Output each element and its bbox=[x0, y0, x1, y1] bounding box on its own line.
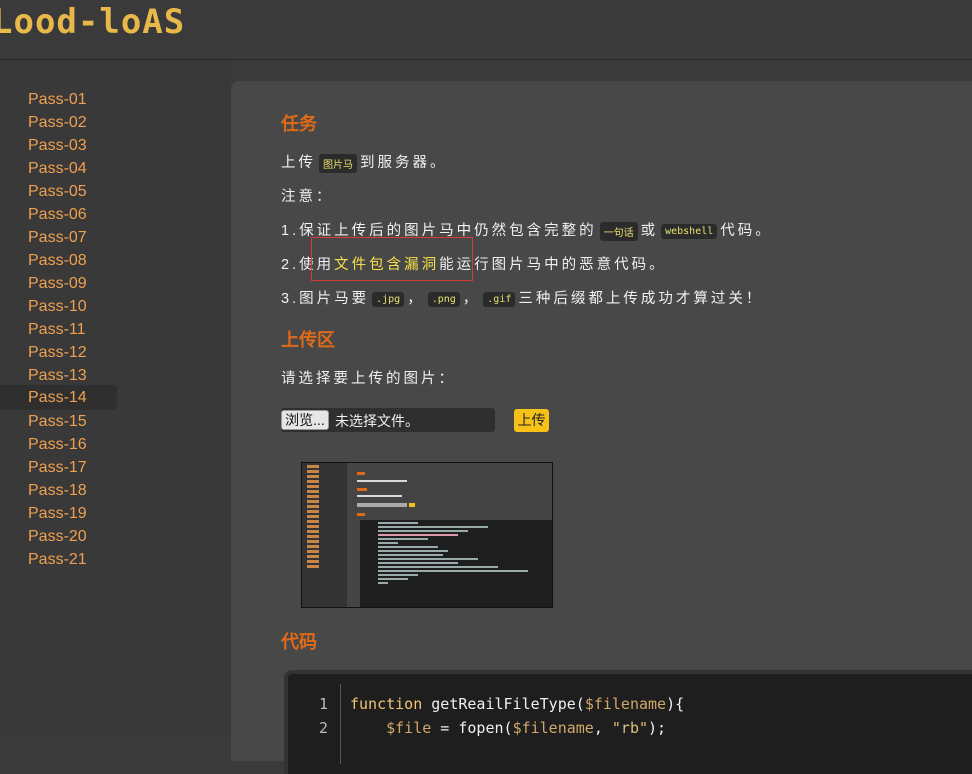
file-input[interactable]: 浏览... 未选择文件。 bbox=[281, 408, 495, 432]
sidebar-item-pass-11[interactable]: Pass-11 bbox=[28, 318, 86, 341]
task-note: 注意： bbox=[281, 189, 334, 205]
browse-button[interactable]: 浏览... bbox=[281, 410, 329, 430]
annotation-box bbox=[311, 237, 473, 281]
sidebar-item-pass-06[interactable]: Pass-06 bbox=[28, 203, 87, 226]
text: ， bbox=[407, 291, 425, 307]
text: ， bbox=[462, 291, 481, 307]
variable: $file bbox=[386, 719, 432, 737]
header: Lood-loAS bbox=[0, 0, 972, 60]
text: 到服务器。 bbox=[360, 155, 448, 171]
text: 上传 bbox=[281, 155, 316, 171]
task-heading: 任务 bbox=[281, 114, 317, 134]
code-tag: webshell bbox=[661, 223, 718, 239]
sidebar-item-pass-08[interactable]: Pass-08 bbox=[28, 249, 87, 272]
line-number: 2 bbox=[318, 719, 328, 737]
code-text: getReailFileType( bbox=[422, 695, 585, 713]
preview-code bbox=[360, 520, 552, 607]
upload-button[interactable]: 上传 bbox=[514, 409, 549, 432]
code-tag: .gif bbox=[483, 291, 516, 307]
sidebar: Pass-01 Pass-02 Pass-03 Pass-04 Pass-05 … bbox=[0, 60, 231, 732]
preview-sidebar bbox=[302, 463, 347, 607]
sidebar-item-pass-01[interactable]: Pass-01 bbox=[28, 88, 87, 111]
sidebar-item-pass-04[interactable]: Pass-04 bbox=[28, 157, 87, 180]
code-block: 1 function getReailFileType($filename){ … bbox=[284, 670, 972, 774]
sidebar-item-pass-09[interactable]: Pass-09 bbox=[28, 272, 87, 295]
line-number: 1 bbox=[318, 695, 328, 713]
string: "rb" bbox=[611, 719, 649, 737]
preview-image bbox=[301, 462, 553, 608]
sidebar-item-pass-02[interactable]: Pass-02 bbox=[28, 111, 87, 134]
task-line-1: 上传 图片马 到服务器。 bbox=[281, 151, 448, 173]
text: 三种后缀都上传成功才算过关！ bbox=[518, 291, 764, 307]
sidebar-item-pass-03[interactable]: Pass-03 bbox=[28, 134, 87, 157]
sidebar-item-active[interactable]: Pass-14 bbox=[0, 385, 117, 410]
code-tag: 图片马 bbox=[319, 153, 357, 173]
file-status: 未选择文件。 bbox=[335, 413, 419, 429]
sidebar-item-pass-21[interactable]: Pass-21 bbox=[28, 548, 87, 571]
code-line: function getReailFileType($filename){ bbox=[350, 695, 684, 713]
sidebar-item-pass-13[interactable]: Pass-13 bbox=[28, 364, 87, 387]
code-tag: .png bbox=[427, 291, 460, 307]
sidebar-item-pass-12[interactable]: Pass-12 bbox=[28, 341, 87, 364]
sidebar-item-pass-05[interactable]: Pass-05 bbox=[28, 180, 87, 203]
sidebar-item-pass-18[interactable]: Pass-18 bbox=[28, 479, 87, 502]
code-tag: .jpg bbox=[372, 291, 405, 307]
code-text: , bbox=[593, 719, 612, 737]
site-logo[interactable]: Lood-loAS bbox=[0, 2, 185, 42]
sidebar-item-pass-19[interactable]: Pass-19 bbox=[28, 502, 87, 525]
sidebar-item-pass-20[interactable]: Pass-20 bbox=[28, 525, 87, 548]
text: 或 bbox=[640, 223, 659, 239]
variable: $filename bbox=[584, 695, 667, 713]
code-heading: 代码 bbox=[281, 632, 317, 652]
code-line: $file = fopen($filename, "rb"); bbox=[350, 719, 666, 737]
upload-heading: 上传区 bbox=[281, 330, 335, 350]
code-text: = fopen( bbox=[431, 719, 513, 737]
sidebar-item-pass-14[interactable]: Pass-14 bbox=[28, 386, 87, 409]
sidebar-item-pass-15[interactable]: Pass-15 bbox=[28, 410, 87, 433]
sidebar-item-pass-17[interactable]: Pass-17 bbox=[28, 456, 87, 479]
sidebar-item-pass-16[interactable]: Pass-16 bbox=[28, 433, 87, 456]
text: 能运行图片马中的恶意代码。 bbox=[439, 257, 667, 273]
keyword: function bbox=[350, 695, 423, 713]
text: 代码。 bbox=[720, 223, 773, 239]
text: 3.图片马要 bbox=[281, 291, 370, 307]
upload-prompt: 请选择要上传的图片： bbox=[281, 371, 456, 387]
code-gutter bbox=[340, 684, 341, 764]
variable: $filename bbox=[512, 719, 594, 737]
main-panel: 任务 上传 图片马 到服务器。 注意： 1.保证上传后的图片马中仍然包含完整的 一句话… bbox=[231, 81, 972, 774]
sidebar-item-pass-10[interactable]: Pass-10 bbox=[28, 295, 87, 318]
sidebar-item-pass-07[interactable]: Pass-07 bbox=[28, 226, 87, 249]
preview-main bbox=[347, 463, 552, 607]
code-text: ); bbox=[648, 719, 667, 737]
code-tag: 一句话 bbox=[599, 221, 638, 241]
code-text: ){ bbox=[666, 695, 685, 713]
task-line-5: 3.图片马要 .jpg， .png， .gif 三种后缀都上传成功才算过关！ bbox=[281, 287, 763, 308]
